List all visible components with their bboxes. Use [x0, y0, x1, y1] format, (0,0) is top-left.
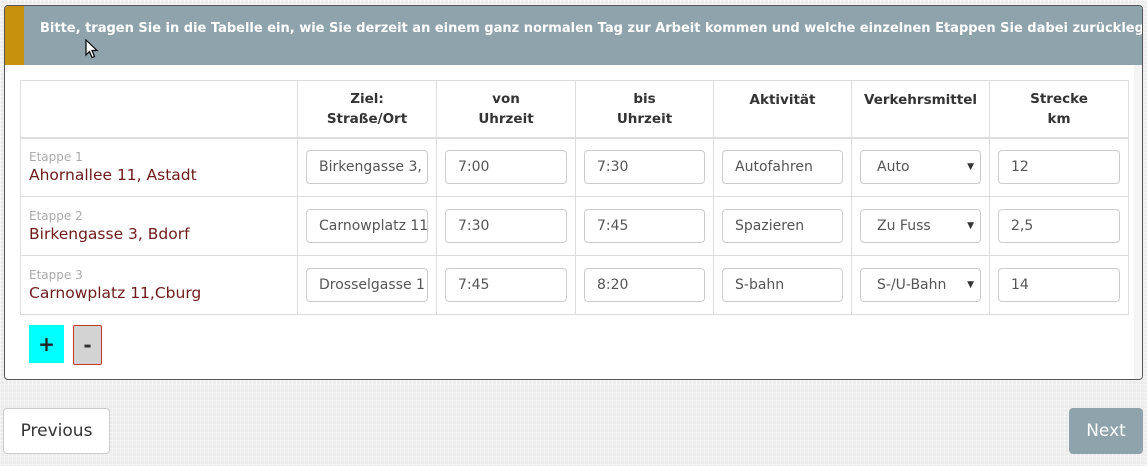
table-row: Etappe 1 Ahornallee 11, Astadt Birkengas… — [20, 137, 1129, 197]
etappe-cell: Etappe 1 Ahornallee 11, Astadt — [20, 137, 298, 197]
von-input[interactable]: 7:00 — [445, 150, 567, 185]
table-row: Etappe 2 Birkengasse 3, Bdorf Carnowplat… — [20, 196, 1129, 256]
column-header-strecke: Strecke km — [989, 80, 1129, 138]
column-header-verkehrsmittel: Verkehrsmittel — [851, 80, 990, 138]
etappe-label: Etappe 3 — [29, 268, 83, 282]
etappe-origin: Ahornallee 11, Astadt — [29, 166, 197, 185]
question-text: Bitte, tragen Sie in die Tabelle ein, wi… — [40, 21, 1143, 36]
strecke-input[interactable]: 12 — [998, 150, 1120, 185]
add-row-button[interactable]: + — [29, 325, 64, 363]
question-accent-bar — [5, 6, 24, 65]
verkehrsmittel-select[interactable]: S-/U-Bahn ▼ — [860, 268, 981, 302]
ziel-input[interactable]: Carnowplatz 11,Cburg — [306, 209, 428, 243]
ziel-input[interactable]: Drosselgasse 1 — [306, 268, 428, 302]
etappe-cell: Etappe 2 Birkengasse 3, Bdorf — [20, 196, 298, 256]
remove-row-button[interactable]: - — [73, 325, 102, 365]
verkehrsmittel-select[interactable]: Zu Fuss ▼ — [860, 209, 981, 243]
verkehrsmittel-select[interactable]: Auto ▼ — [860, 150, 981, 185]
ziel-input[interactable]: Birkengasse 3, Bdorf — [306, 150, 428, 185]
von-input[interactable]: 7:45 — [445, 268, 567, 302]
etappe-label: Etappe 2 — [29, 209, 83, 223]
bis-input[interactable]: 7:30 — [584, 150, 705, 185]
table-row: Etappe 3 Carnowplatz 11,Cburg Drosselgas… — [20, 255, 1129, 315]
question-header: Bitte, tragen Sie in die Tabelle ein, wi… — [5, 6, 1142, 65]
mouse-pointer-icon — [85, 39, 99, 59]
aktivitaet-input[interactable]: Autofahren — [722, 150, 843, 185]
next-button[interactable]: Next — [1069, 408, 1143, 454]
strecke-input[interactable]: 2,5 — [998, 209, 1120, 243]
verkehrsmittel-value: S-/U-Bahn — [877, 277, 947, 293]
column-header-von: von Uhrzeit — [436, 80, 576, 138]
chevron-down-icon: ▼ — [967, 221, 974, 231]
chevron-down-icon: ▼ — [967, 162, 974, 173]
etappe-origin: Carnowplatz 11,Cburg — [29, 284, 202, 302]
etappe-label: Etappe 1 — [29, 150, 83, 165]
question-panel: Bitte, tragen Sie in die Tabelle ein, wi… — [4, 5, 1143, 380]
aktivitaet-input[interactable]: S-bahn — [722, 268, 843, 302]
aktivitaet-input[interactable]: Spazieren — [722, 209, 843, 243]
previous-button[interactable]: Previous — [3, 408, 110, 454]
verkehrsmittel-value: Zu Fuss — [877, 218, 931, 234]
column-header-etappe — [20, 80, 298, 138]
strecke-input[interactable]: 14 — [998, 268, 1120, 302]
von-input[interactable]: 7:30 — [445, 209, 567, 243]
column-header-ziel: Ziel: Straße/Ort — [297, 80, 437, 138]
scrollbar[interactable] — [1134, 65, 1142, 379]
verkehrsmittel-value: Auto — [877, 159, 910, 176]
table-header-row: Ziel: Straße/Ort von Uhrzeit bis Uhrzeit Ak… — [20, 80, 1129, 138]
column-header-aktivitaet: Aktivität — [713, 80, 852, 138]
etappen-table: Ziel: Straße/Ort von Uhrzeit bis Uhrzeit Ak… — [20, 80, 1129, 315]
etappe-cell: Etappe 3 Carnowplatz 11,Cburg — [20, 255, 298, 315]
chevron-down-icon: ▼ — [967, 280, 974, 290]
bis-input[interactable]: 8:20 — [584, 268, 705, 302]
column-header-bis: bis Uhrzeit — [575, 80, 714, 138]
etappe-origin: Birkengasse 3, Bdorf — [29, 225, 190, 243]
bis-input[interactable]: 7:45 — [584, 209, 705, 243]
